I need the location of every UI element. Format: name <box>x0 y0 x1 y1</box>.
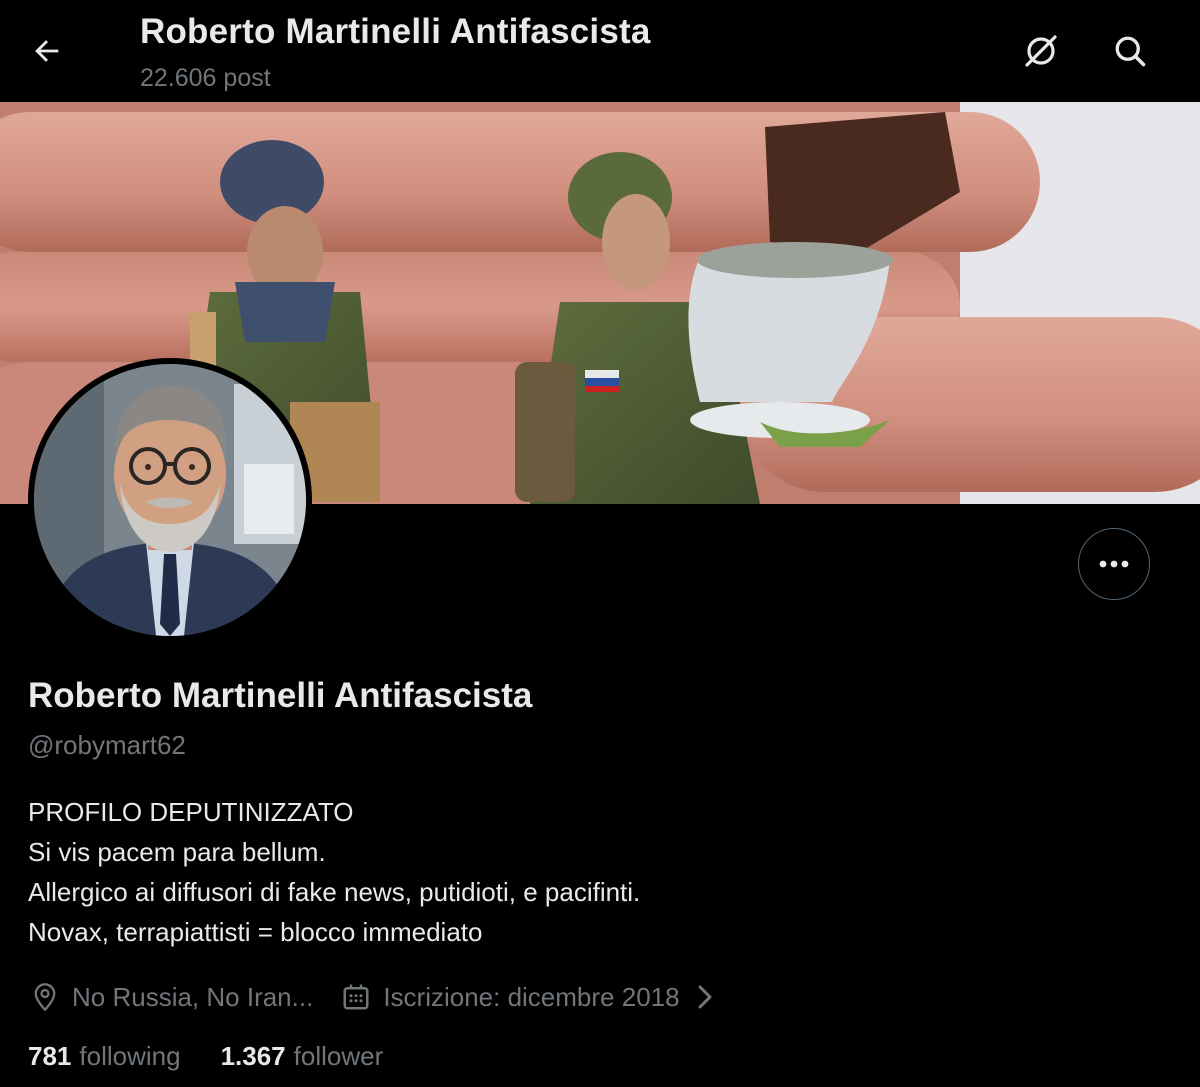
following-link[interactable]: 781 following <box>28 1041 181 1072</box>
profile-name: Roberto Martinelli Antifascista <box>28 676 533 715</box>
more-horizontal-icon <box>1099 560 1129 568</box>
profile-location: No Russia, No Iran... <box>28 980 313 1014</box>
follow-stats: 781 following 1.367 follower <box>28 1041 383 1072</box>
followers-link[interactable]: 1.367 follower <box>221 1041 384 1072</box>
arrow-left-icon <box>35 40 59 62</box>
back-button[interactable] <box>26 30 68 72</box>
grok-button[interactable] <box>1018 28 1064 74</box>
profile-handle: @robymart62 <box>28 730 186 760</box>
profile-avatar[interactable] <box>28 358 312 642</box>
bio-line: PROFILO DEPUTINIZZATO <box>28 797 354 827</box>
more-options-button[interactable] <box>1078 528 1150 600</box>
bio-line: Si vis pacem para bellum. <box>28 837 326 867</box>
avatar-image <box>34 364 306 636</box>
followers-count: 1.367 <box>220 1041 286 1071</box>
joined-text: Iscrizione: dicembre 2018 <box>383 981 680 1012</box>
profile-joined[interactable]: Iscrizione: dicembre 2018 <box>339 980 721 1014</box>
profile-bio: PROFILO DEPUTINIZZATO Si vis pacem para … <box>28 792 640 952</box>
following-label: following <box>79 1041 181 1071</box>
followers-label: follower <box>293 1041 384 1071</box>
calendar-icon <box>339 980 373 1014</box>
post-count: 22.606 post <box>140 64 271 92</box>
page-title: Roberto Martinelli Antifascista <box>140 12 651 51</box>
grok-icon <box>1025 35 1057 67</box>
chevron-right-icon <box>688 980 722 1014</box>
search-icon <box>1115 36 1146 67</box>
profile-meta: No Russia, No Iran... Iscrizione: dicemb… <box>28 976 722 1018</box>
bio-line: Novax, terrapiattisti = blocco immediato <box>28 917 483 947</box>
bio-line: Allergico ai diffusori di fake news, put… <box>28 877 641 907</box>
location-pin-icon <box>28 980 62 1014</box>
location-text: No Russia, No Iran... <box>72 981 314 1012</box>
search-button[interactable] <box>1107 28 1153 74</box>
following-count: 781 <box>28 1041 72 1071</box>
top-bar: Roberto Martinelli Antifascista 22.606 p… <box>0 0 1200 102</box>
